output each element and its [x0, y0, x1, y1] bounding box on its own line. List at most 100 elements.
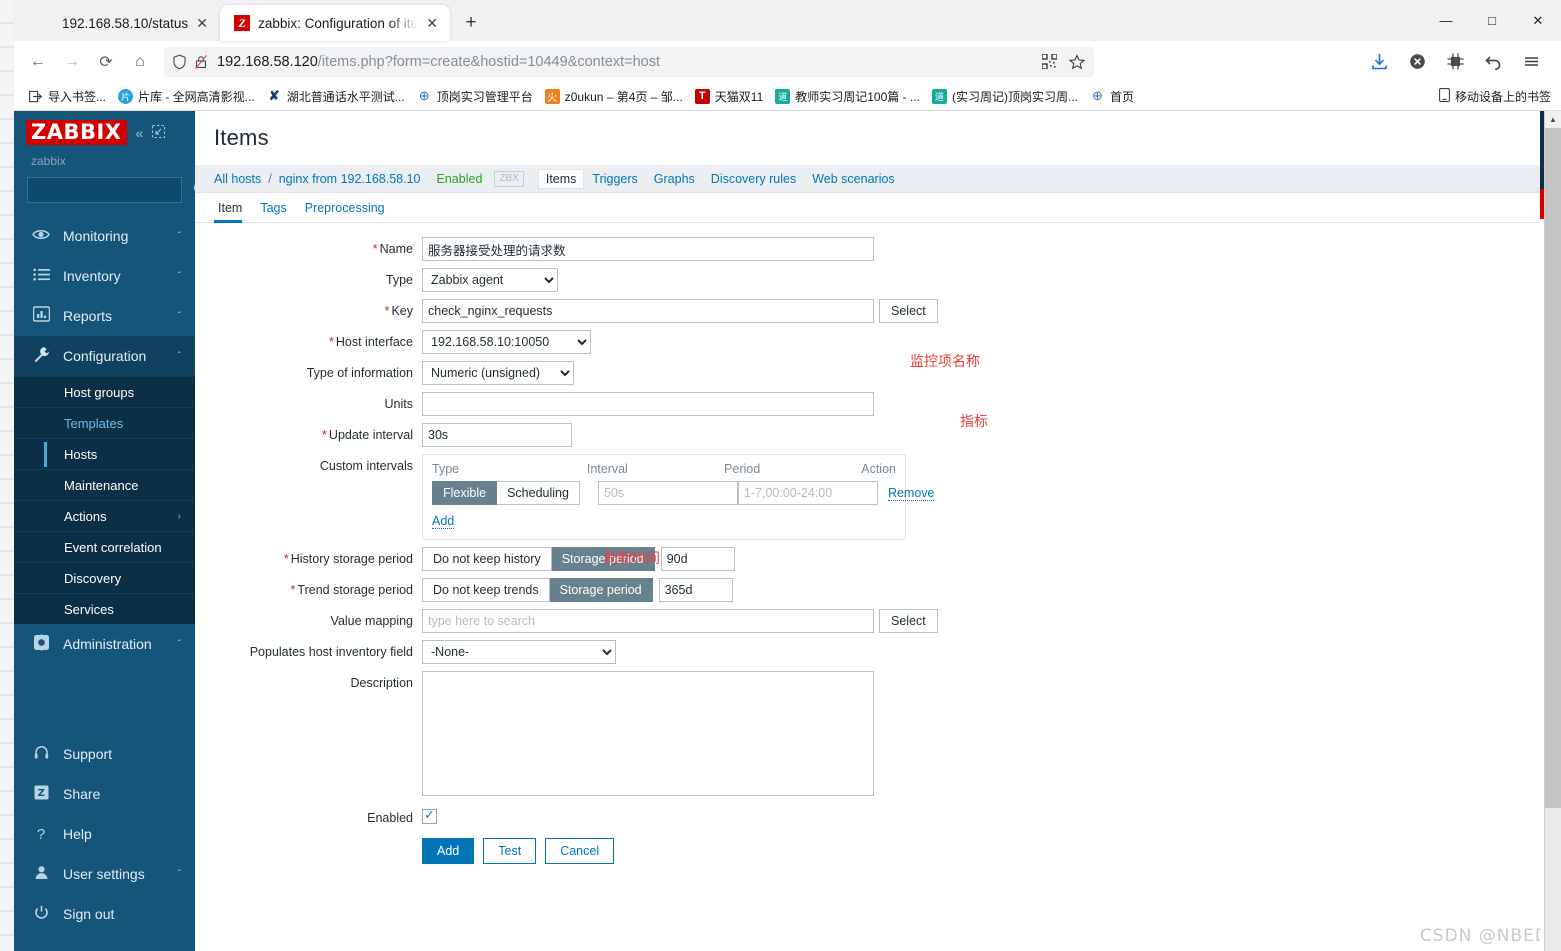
sidebar-item-label: Share — [63, 786, 101, 802]
sidebar-search[interactable] — [27, 177, 195, 203]
breadcrumb-nav-graphs[interactable]: Graphs — [646, 169, 703, 189]
breadcrumb-host[interactable]: nginx from 192.168.58.10 — [279, 172, 421, 186]
scrollbar-thumb[interactable] — [1545, 128, 1561, 808]
sidebar-item-actions[interactable]: Actions › — [14, 500, 195, 531]
star-icon[interactable] — [1064, 49, 1090, 75]
units-input[interactable] — [422, 392, 874, 416]
tab-preprocessing[interactable]: Preprocessing — [296, 201, 394, 222]
menu-icon[interactable] — [1515, 46, 1547, 78]
browser-tab-2[interactable]: Z zabbix: Configuration of item ✕ — [220, 5, 451, 41]
custom-period-input[interactable] — [737, 481, 878, 505]
search-input[interactable] — [34, 182, 193, 198]
sidebar-item-hosts[interactable]: Hosts — [14, 438, 195, 469]
sidebar-item-user-settings[interactable]: User settings ˇ — [14, 854, 195, 894]
address-bar[interactable]: 192.168.58.120/items.php?form=create&hos… — [164, 46, 1094, 77]
type-of-information-select[interactable]: Numeric (unsigned) — [422, 361, 574, 385]
download-icon[interactable] — [1363, 46, 1395, 78]
scrollbar-up-arrow-icon[interactable]: ▲ — [1545, 111, 1561, 128]
bookmark-tmall[interactable]: T 天猫双11 — [689, 84, 769, 108]
trend-storage-value-input[interactable] — [658, 578, 733, 602]
sidebar-item-discovery[interactable]: Discovery — [14, 562, 195, 593]
bookmark-dinggang[interactable]: ⊕ 顶岗实习管理平台 — [411, 84, 539, 108]
sidebar-item-administration[interactable]: Administration ˇ — [14, 624, 195, 664]
breadcrumb-all-hosts[interactable]: All hosts — [214, 172, 261, 186]
history-do-not-keep[interactable]: Do not keep history — [422, 547, 552, 571]
field-row-trend-storage-period: * Trend storage period Do not keep trends… — [195, 578, 1561, 602]
breadcrumb-nav-web-scenarios[interactable]: Web scenarios — [804, 169, 902, 189]
type-select[interactable]: Zabbix agent — [422, 268, 558, 292]
sidebar-item-share[interactable]: Z Share — [14, 774, 195, 814]
bookmark-hubei[interactable]: ✘ 湖北普通话水平测试... — [261, 84, 411, 108]
sidebar-item-reports[interactable]: Reports ˇ — [14, 296, 195, 336]
reload-icon[interactable]: ⟳ — [90, 46, 122, 78]
interval-type-scheduling[interactable]: Scheduling — [497, 481, 580, 505]
value-mapping-select-button[interactable]: Select — [879, 609, 938, 633]
bookmark-home[interactable]: ⊕ 首页 — [1084, 84, 1140, 108]
status-badge[interactable]: Enabled — [437, 172, 483, 186]
trend-do-not-keep[interactable]: Do not keep trends — [422, 578, 550, 602]
sidebar-item-sign-out[interactable]: Sign out — [14, 894, 195, 934]
breadcrumb-nav-items[interactable]: Items — [537, 168, 585, 189]
bookmark-label: 导入书签... — [48, 89, 107, 104]
browser-tab-1[interactable]: 192.168.58.10/status ✕ — [24, 5, 221, 41]
trend-storage-period[interactable]: Storage period — [549, 578, 653, 602]
tab-tags[interactable]: Tags — [251, 201, 295, 222]
collapse-box-icon[interactable] — [152, 124, 166, 141]
history-storage-value-input[interactable] — [660, 547, 735, 571]
bookmark-import[interactable]: 导入书签... — [22, 84, 112, 108]
bookmark-weekly-1[interactable]: 道 教师实习周记100篇 - ... — [769, 84, 926, 108]
sidebar-item-maintenance[interactable]: Maintenance — [14, 469, 195, 500]
enabled-checkbox[interactable] — [422, 807, 437, 824]
remove-interval-link[interactable]: Remove — [887, 486, 935, 501]
cancel-button[interactable]: Cancel — [545, 838, 615, 864]
breadcrumb-nav-triggers[interactable]: Triggers — [584, 169, 645, 189]
page-scrollbar[interactable]: ▲ — [1544, 111, 1561, 951]
key-select-button[interactable]: Select — [879, 299, 938, 323]
home-icon[interactable]: ⌂ — [124, 46, 156, 78]
undo-icon[interactable] — [1477, 46, 1509, 78]
key-input[interactable] — [422, 299, 874, 323]
new-tab-button[interactable]: + — [456, 8, 486, 38]
sidebar-item-host-groups[interactable]: Host groups — [14, 376, 195, 407]
close-icon[interactable]: ✕ — [192, 13, 212, 33]
scrollbar-track[interactable] — [1545, 808, 1561, 951]
value-mapping-input[interactable] — [422, 609, 874, 633]
sidebar-item-event-correlation[interactable]: Event correlation — [14, 531, 195, 562]
add-interval-link[interactable]: Add — [432, 514, 455, 529]
screenshot-icon[interactable] — [1439, 46, 1471, 78]
host-interface-select[interactable]: 192.168.58.10:10050 — [422, 330, 591, 354]
add-button[interactable]: Add — [422, 838, 475, 864]
block-x-icon[interactable] — [1401, 46, 1433, 78]
forward-icon[interactable]: → — [56, 46, 88, 78]
update-interval-input[interactable] — [422, 423, 572, 447]
globe-icon: ⊕ — [418, 88, 430, 103]
back-icon[interactable]: ← — [22, 46, 54, 78]
zabbix-logo[interactable]: ZABBIX — [26, 120, 127, 145]
bookmark-z0ukun[interactable]: 火 z0ukun – 第4页 – 邹... — [539, 84, 689, 108]
test-button[interactable]: Test — [483, 838, 537, 864]
bookmark-weekly-2[interactable]: 道 (实习周记)顶岗实习周... — [926, 84, 1084, 108]
sidebar-item-templates[interactable]: Templates — [14, 407, 195, 438]
sidebar-nav: Monitoring ˇ Inventory ˇ Reports ˇ Confi… — [14, 216, 195, 376]
mobile-bookmarks-folder[interactable]: 移动设备上的书签 — [1439, 87, 1551, 105]
sidebar-item-monitoring[interactable]: Monitoring ˇ — [14, 216, 195, 256]
name-input[interactable] — [422, 237, 874, 261]
custom-interval-input[interactable] — [597, 481, 738, 505]
description-textarea[interactable] — [422, 671, 874, 796]
minimize-button[interactable]: — — [1423, 0, 1469, 41]
interval-type-flexible[interactable]: Flexible — [432, 481, 498, 505]
bookmark-pianku[interactable]: 片 片库 - 全网高清影视... — [112, 84, 261, 108]
sidebar-item-support[interactable]: Support — [14, 734, 195, 774]
window-close-button[interactable]: ✕ — [1515, 0, 1561, 41]
maximize-button[interactable]: □ — [1469, 0, 1515, 41]
sidebar-item-configuration[interactable]: Configuration ˆ — [14, 336, 195, 376]
sidebar-item-inventory[interactable]: Inventory ˇ — [14, 256, 195, 296]
populates-host-inventory-field-select[interactable]: -None- — [422, 640, 616, 664]
close-icon[interactable]: ✕ — [422, 13, 442, 33]
tab-item[interactable]: Item — [214, 201, 251, 223]
qr-code-icon[interactable] — [1036, 49, 1062, 75]
sidebar-item-help[interactable]: ? Help — [14, 814, 195, 854]
breadcrumb-nav-discovery-rules[interactable]: Discovery rules — [703, 169, 804, 189]
sidebar-item-services[interactable]: Services — [14, 593, 195, 624]
double-chevron-left-icon[interactable]: « — [136, 125, 144, 141]
